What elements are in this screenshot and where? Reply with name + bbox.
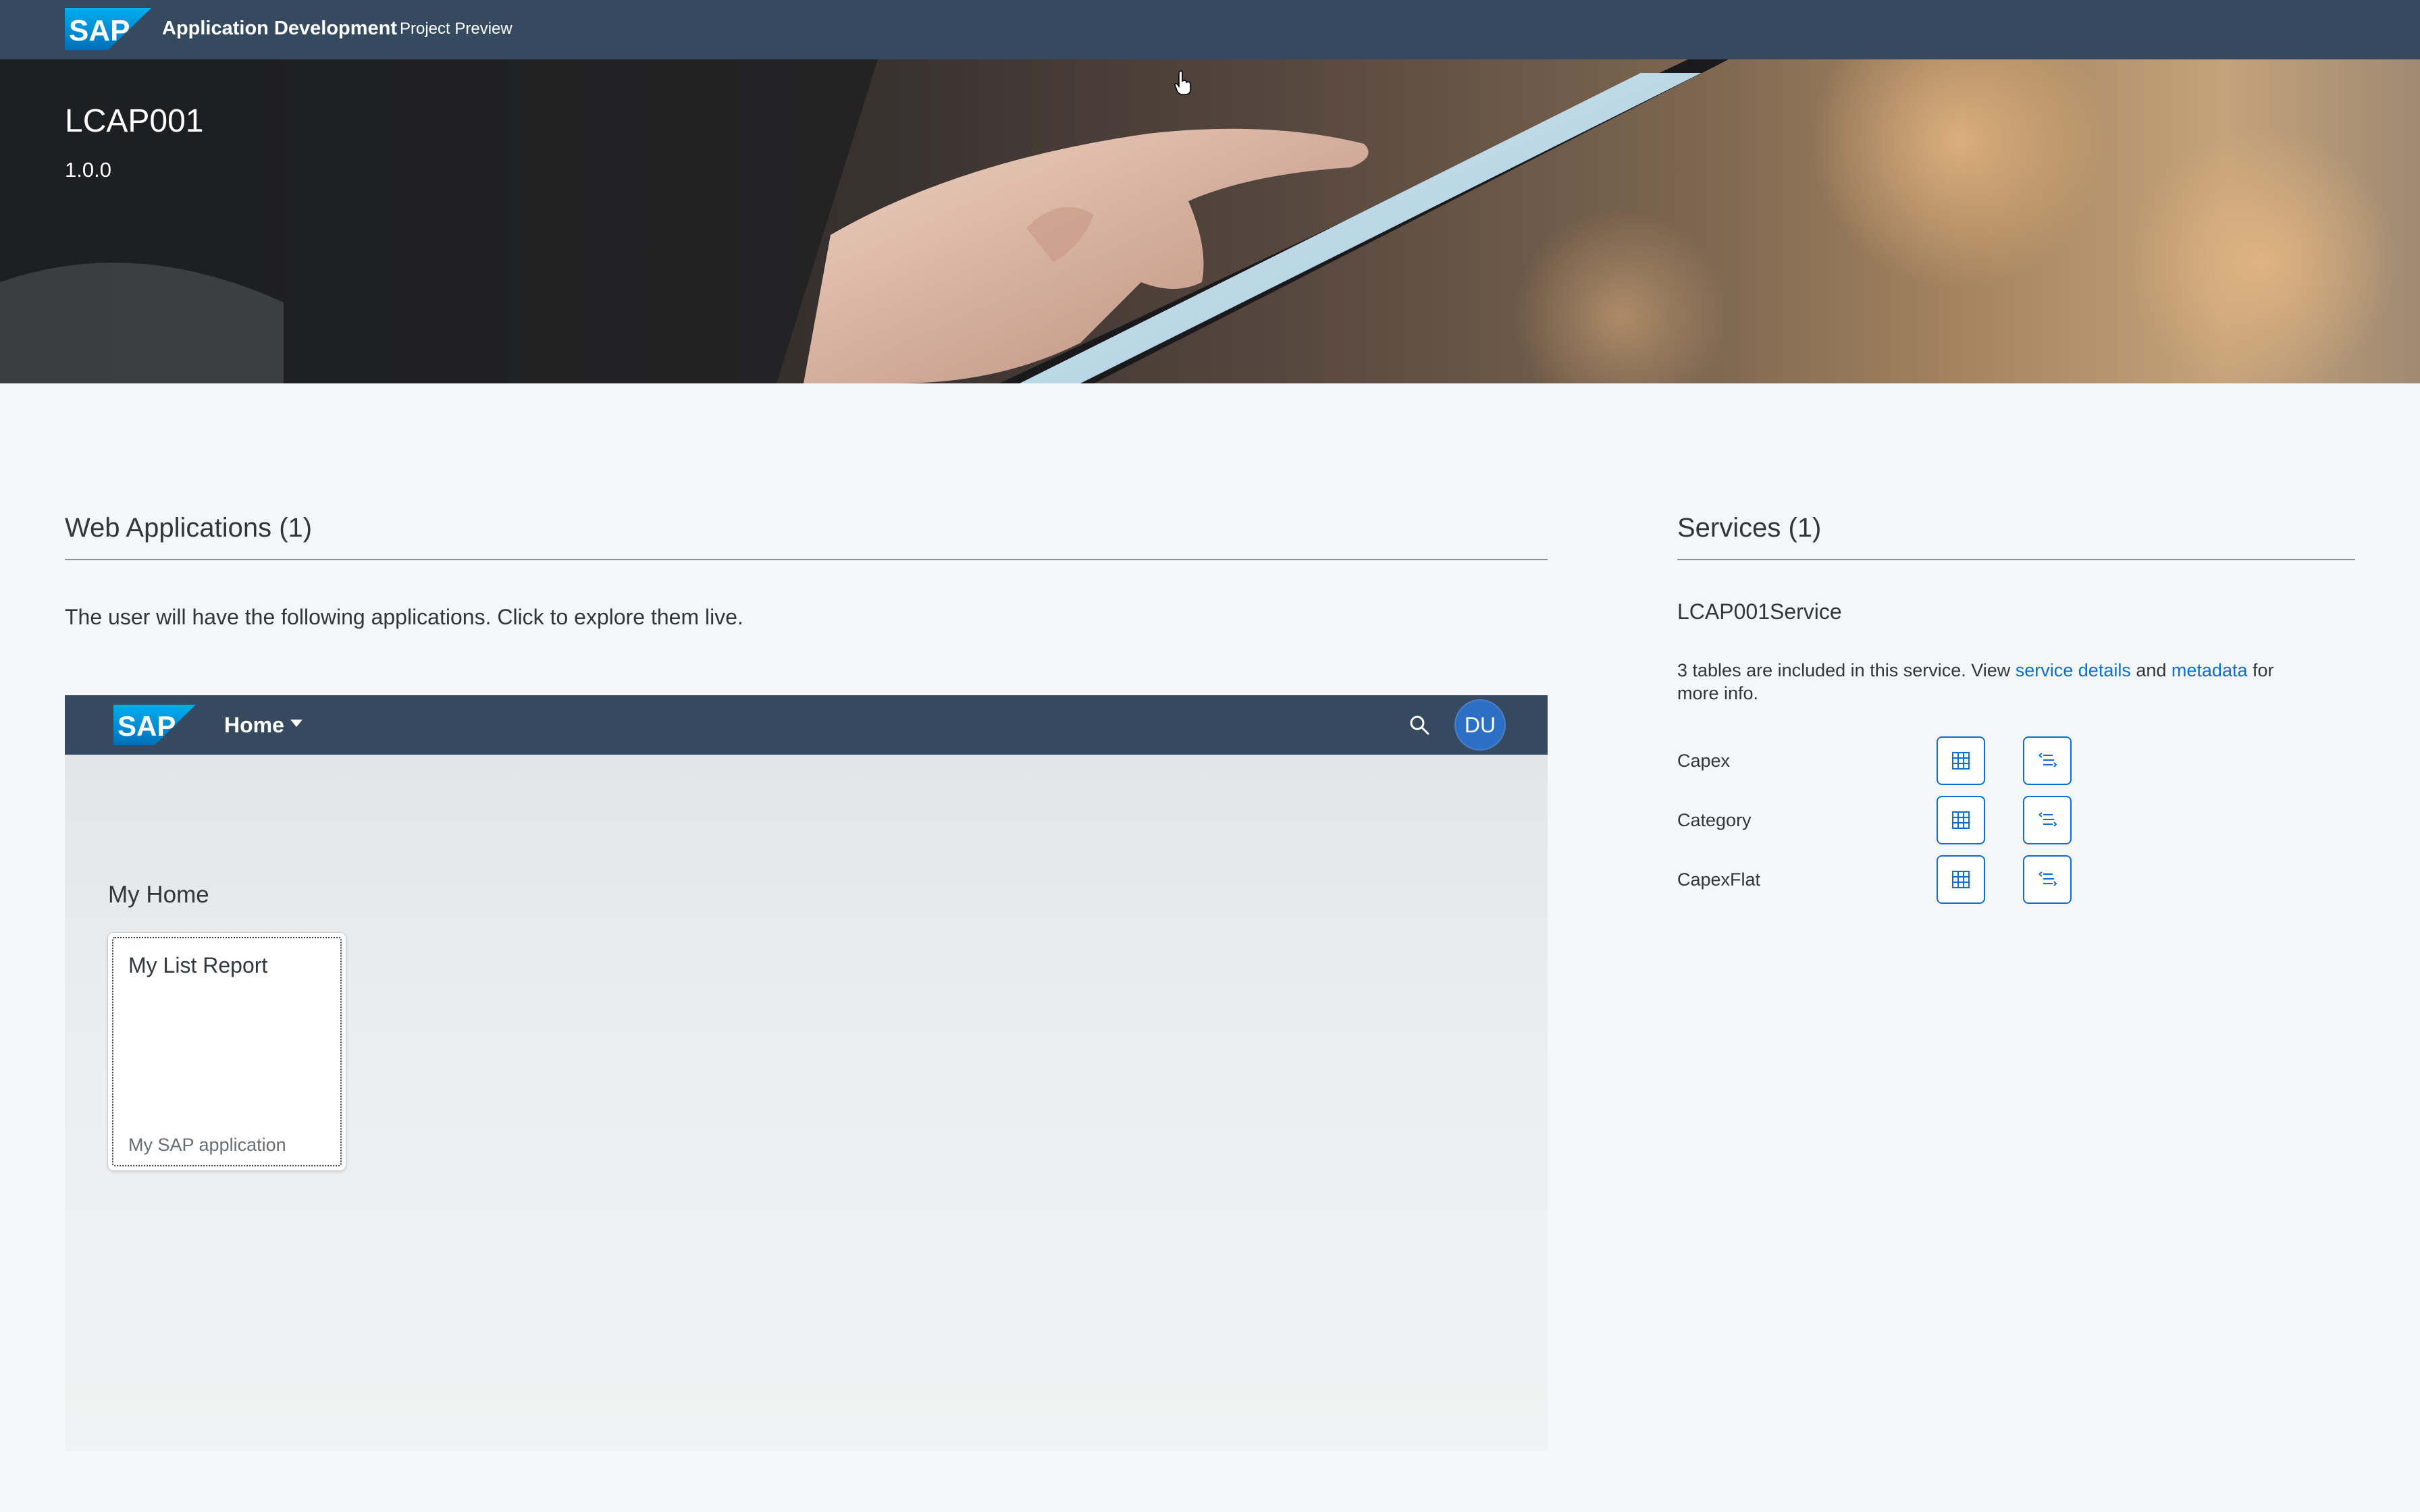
service-description: 3 tables are included in this service. V… xyxy=(1677,659,2312,705)
search-icon[interactable] xyxy=(1407,713,1431,737)
hierarchy-icon xyxy=(2038,871,2057,886)
service-desc-and: and xyxy=(2130,660,2172,680)
open-table-capex-button[interactable] xyxy=(1937,736,1985,785)
app-subtitle: Project Preview xyxy=(400,20,512,38)
tile-subtitle: My SAP application xyxy=(128,1135,286,1155)
open-table-capexflat-button[interactable] xyxy=(1937,855,1985,904)
table-icon xyxy=(1952,752,1970,770)
hierarchy-icon xyxy=(2038,753,2057,767)
project-title: LCAP001 xyxy=(65,103,204,139)
launchpad-preview[interactable]: SAP Home DU My Home My List Report My SA… xyxy=(65,695,1548,1451)
open-table-category-button[interactable] xyxy=(1937,796,1985,844)
launchpad-sap-logo[interactable]: SAP xyxy=(113,705,196,745)
open-tree-capex-button[interactable] xyxy=(2023,736,2072,785)
launchpad-shell-bar: SAP Home DU xyxy=(65,695,1548,755)
services-divider xyxy=(1677,559,2355,560)
hierarchy-icon xyxy=(2038,812,2057,827)
service-name: LCAP001Service xyxy=(1677,599,1842,624)
hero-banner: LCAP001 1.0.0 xyxy=(0,59,2420,383)
entity-label-capexflat: CapexFlat xyxy=(1677,869,1761,890)
app-tile-my-list-report[interactable]: My List Report My SAP application xyxy=(108,933,346,1170)
sap-logo-text: SAP xyxy=(69,14,130,47)
sap-logo[interactable]: SAP xyxy=(65,8,151,50)
launchpad-sap-logo-text: SAP xyxy=(117,710,176,742)
web-applications-divider xyxy=(65,559,1548,560)
project-version: 1.0.0 xyxy=(65,158,111,182)
open-tree-category-button[interactable] xyxy=(2023,796,2072,844)
services-header: Services (1) xyxy=(1677,513,1822,543)
chevron-down-icon[interactable] xyxy=(290,720,302,727)
my-home-title: My Home xyxy=(108,882,209,908)
home-menu-button[interactable]: Home xyxy=(224,710,284,740)
shell-bar: SAP Application Development Project Prev… xyxy=(0,0,2420,59)
metadata-link[interactable]: metadata xyxy=(2172,660,2248,680)
web-applications-description: The user will have the following applica… xyxy=(65,605,743,629)
entity-label-category: Category xyxy=(1677,810,1752,830)
user-avatar[interactable]: DU xyxy=(1456,701,1504,749)
hand-cursor-icon xyxy=(1174,70,1191,95)
service-details-link[interactable]: service details xyxy=(2016,660,2131,680)
web-applications-header: Web Applications (1) xyxy=(65,513,313,543)
app-title: Application Development xyxy=(162,18,398,39)
service-desc-prefix: 3 tables are included in this service. V… xyxy=(1677,660,2016,680)
table-icon xyxy=(1952,811,1970,829)
open-tree-capexflat-button[interactable] xyxy=(2023,855,2072,904)
hero-image xyxy=(0,59,2397,383)
table-icon xyxy=(1952,871,1970,888)
entity-label-capex: Capex xyxy=(1677,751,1731,771)
tile-title: My List Report xyxy=(128,953,268,977)
